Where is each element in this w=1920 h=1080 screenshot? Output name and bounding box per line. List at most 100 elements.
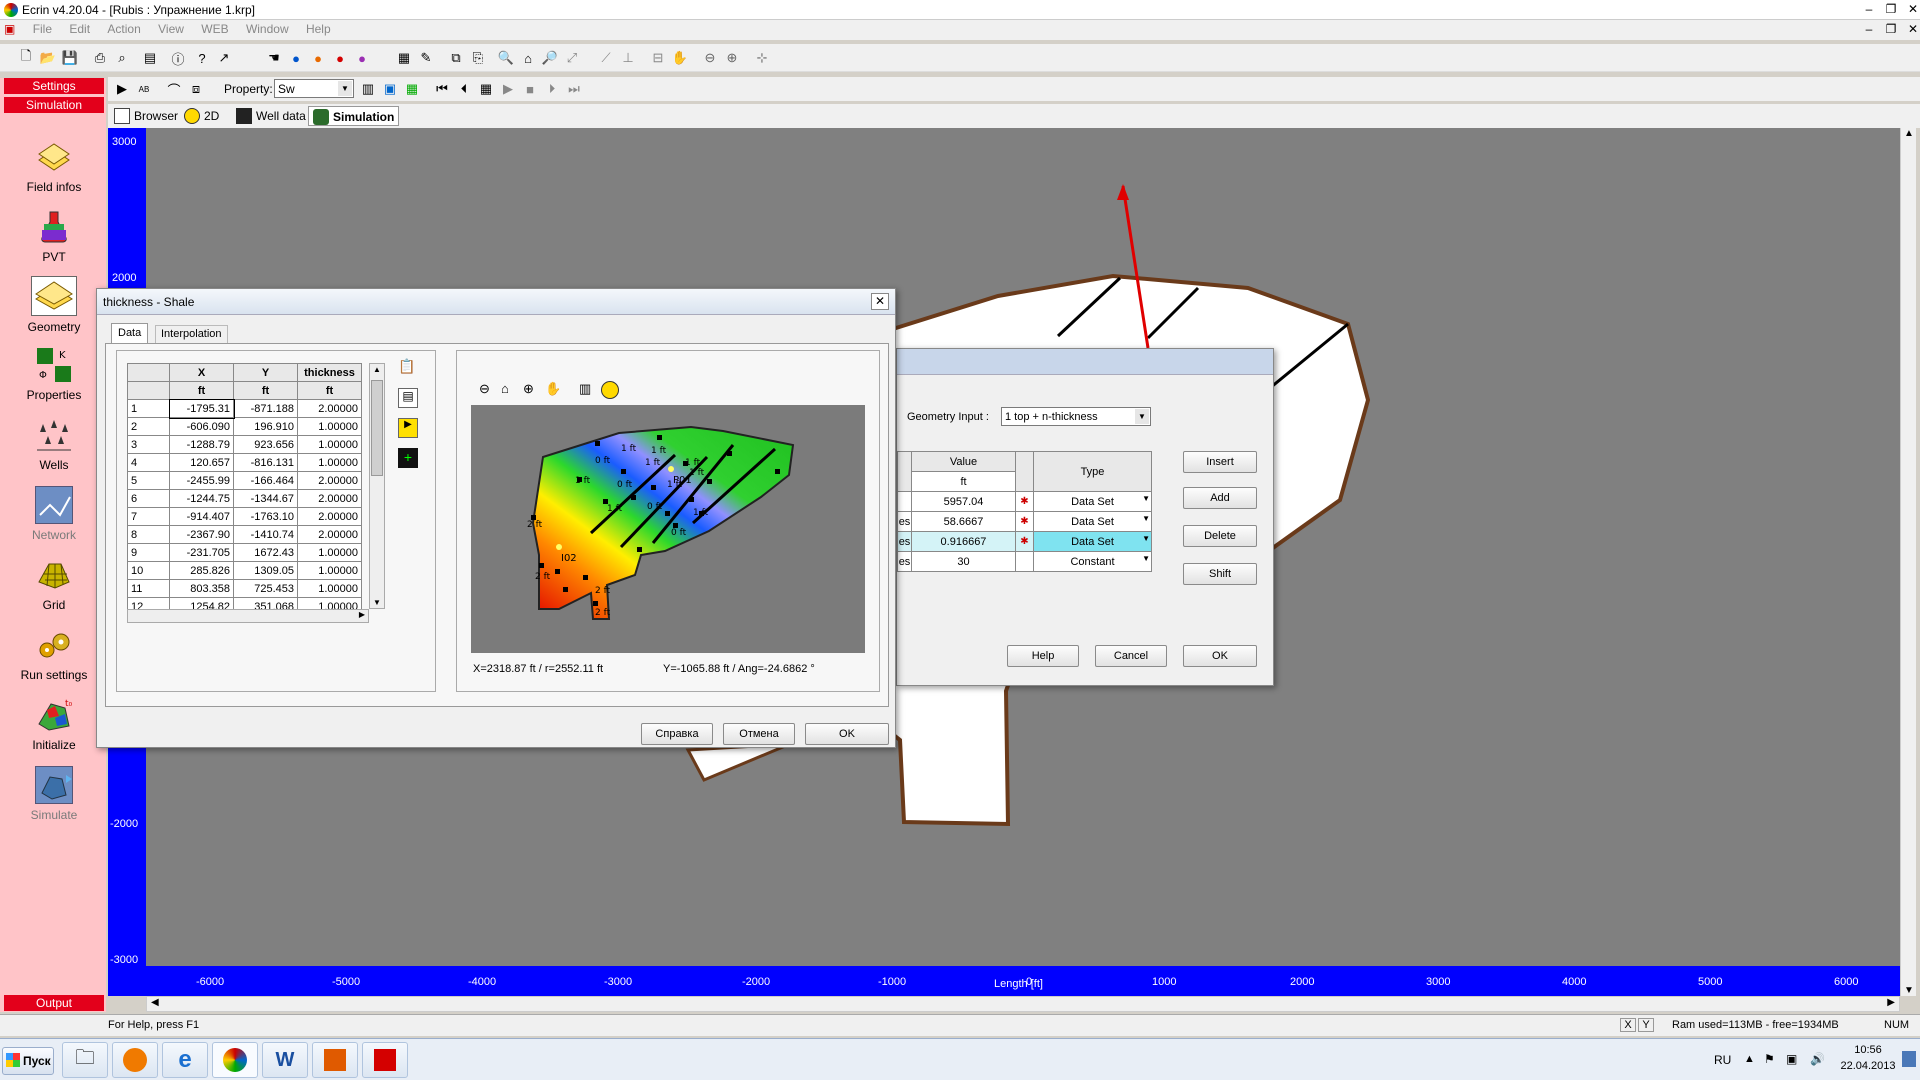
- table-row[interactable]: 9 -231.705 1672.43 1.00000: [127, 543, 362, 562]
- thickness-cell[interactable]: 1.00000: [297, 417, 362, 436]
- y-cell[interactable]: -1344.67: [233, 489, 298, 508]
- taskbar-media[interactable]: [112, 1042, 158, 1078]
- dataset-icon[interactable]: ✱: [1015, 511, 1034, 532]
- y-cell[interactable]: -1410.74: [233, 525, 298, 544]
- scroll-down-icon[interactable]: ▼: [373, 598, 381, 607]
- thickness-cell[interactable]: 1.00000: [297, 561, 362, 580]
- menu-action[interactable]: Action: [100, 20, 147, 36]
- sidebar-item-pvt[interactable]: PVT: [4, 208, 104, 264]
- thickness-cell[interactable]: 2.00000: [297, 507, 362, 526]
- dialog-close-icon[interactable]: ✕: [871, 293, 889, 310]
- y-cell[interactable]: 1672.43: [233, 543, 298, 562]
- taskbar-ftp[interactable]: [312, 1042, 358, 1078]
- menu-help[interactable]: Help: [299, 20, 338, 36]
- type-select[interactable]: Data Set ▼: [1033, 511, 1152, 532]
- y-cell[interactable]: 725.453: [233, 579, 298, 598]
- paste-clipboard-icon[interactable]: 📋: [398, 358, 418, 378]
- simulation-header[interactable]: Simulation: [4, 97, 104, 113]
- thickness-cell[interactable]: 1.00000: [297, 579, 362, 598]
- zoom-in-icon[interactable]: 🔎: [540, 48, 560, 68]
- taskbar-word[interactable]: W: [262, 1042, 308, 1078]
- scroll-up-icon[interactable]: ▲: [1904, 128, 1914, 139]
- table-hscroll[interactable]: ▶: [127, 609, 369, 623]
- type-select[interactable]: Constant ▼: [1033, 551, 1152, 572]
- x-cell[interactable]: -231.705: [169, 543, 234, 562]
- table-row[interactable]: 1 -1795.31 -871.188 2.00000: [127, 398, 362, 419]
- export-view-icon[interactable]: ⎘: [468, 48, 488, 68]
- play-icon[interactable]: ▶: [498, 79, 518, 99]
- network-tray-icon[interactable]: ▣: [1786, 1052, 1797, 1066]
- x-cell[interactable]: -1244.75: [169, 489, 234, 508]
- language-indicator[interactable]: RU: [1714, 1053, 1731, 1067]
- thickness-cell[interactable]: 2.00000: [297, 525, 362, 544]
- taskbar-explorer[interactable]: 🗀: [62, 1042, 108, 1078]
- stop-icon[interactable]: ■: [520, 79, 540, 99]
- table-row[interactable]: 2 -606.090 196.910 1.00000: [127, 417, 362, 436]
- table-row[interactable]: 10 285.826 1309.05 1.00000: [127, 561, 362, 580]
- insert-button[interactable]: Insert: [1183, 451, 1257, 473]
- copy-view-icon[interactable]: ⧉: [446, 48, 466, 68]
- legend-icon[interactable]: ▥: [579, 381, 597, 399]
- x-cell[interactable]: -2455.99: [169, 471, 234, 490]
- tab-interpolation[interactable]: Interpolation: [155, 325, 228, 343]
- menu-web[interactable]: WEB: [194, 20, 235, 36]
- table-row[interactable]: 5 -2455.99 -166.464 2.00000: [127, 471, 362, 490]
- value-cell[interactable]: 5957.04: [911, 491, 1016, 512]
- sidebar-item-simulate[interactable]: Simulate: [4, 766, 104, 822]
- mdi-doc-icon[interactable]: ▣: [0, 20, 22, 36]
- menu-view[interactable]: View: [151, 20, 191, 36]
- horizontal-scrollbar[interactable]: ◀ ▶: [146, 996, 1900, 1012]
- page-setup-icon[interactable]: ▤: [140, 48, 160, 68]
- sidebar-item-grid[interactable]: Grid: [4, 556, 104, 612]
- context-help-icon[interactable]: ↗: [214, 48, 234, 68]
- value-cell[interactable]: 30: [911, 551, 1016, 572]
- property-select[interactable]: Sw ▼: [274, 79, 354, 98]
- close-button[interactable]: ✕: [1902, 2, 1920, 18]
- hand-tool-icon[interactable]: ☚: [264, 48, 284, 68]
- y-cell[interactable]: -1763.10: [233, 507, 298, 526]
- stack-icon[interactable]: ⧈: [186, 79, 206, 99]
- sidebar-item-network[interactable]: Network: [4, 486, 104, 542]
- start-button[interactable]: Пуск: [2, 1047, 54, 1075]
- shift-button[interactable]: Shift: [1183, 563, 1257, 585]
- value-cell[interactable]: 58.6667: [911, 511, 1016, 532]
- thickness-cell[interactable]: 2.00000: [297, 471, 362, 490]
- print-preview-icon[interactable]: ⌕: [112, 48, 132, 68]
- ab-label-icon[interactable]: AB: [134, 79, 154, 99]
- zoom-plus-icon[interactable]: ⊕: [722, 48, 742, 68]
- open-folder-icon[interactable]: 📂: [38, 48, 58, 68]
- delete-button[interactable]: Delete: [1183, 525, 1257, 547]
- tray-expand-icon[interactable]: ▲: [1744, 1053, 1755, 1065]
- info-icon[interactable]: ⓘ: [168, 48, 188, 68]
- value-cell[interactable]: 0.916667: [911, 531, 1016, 552]
- zoom-in-icon[interactable]: ⊕: [523, 381, 541, 399]
- purple-drop-icon[interactable]: ●: [352, 48, 372, 68]
- save-icon[interactable]: 💾: [60, 48, 80, 68]
- tab-browser[interactable]: Browser: [110, 106, 182, 126]
- new-file-icon[interactable]: 🗋: [16, 48, 36, 68]
- play-sim-icon[interactable]: ▶: [112, 79, 132, 99]
- zoom-minus-icon[interactable]: ⊖: [700, 48, 720, 68]
- home-view-icon[interactable]: ⌂: [518, 48, 538, 68]
- table-row[interactable]: 4 120.657 -816.131 1.00000: [127, 453, 362, 472]
- y-cell[interactable]: -166.464: [233, 471, 298, 490]
- table-row[interactable]: 7 -914.407 -1763.10 2.00000: [127, 507, 362, 526]
- x-cell[interactable]: -606.090: [169, 417, 234, 436]
- minimize-button[interactable]: –: [1858, 2, 1880, 18]
- scroll-up-icon[interactable]: ▲: [373, 365, 381, 374]
- y-cell[interactable]: 923.656: [233, 435, 298, 454]
- table-row[interactable]: 8 -2367.90 -1410.74 2.00000: [127, 525, 362, 544]
- output-header[interactable]: Output: [4, 995, 104, 1011]
- sidebar-item-geometry[interactable]: Geometry: [4, 276, 104, 334]
- volume-icon[interactable]: 🔊: [1810, 1052, 1825, 1066]
- orange-drop-icon[interactable]: ●: [308, 48, 328, 68]
- x-cell[interactable]: -1288.79: [169, 435, 234, 454]
- type-select[interactable]: Data Set ▼: [1033, 531, 1152, 552]
- table-icon[interactable]: ▤: [398, 388, 418, 408]
- x-cell[interactable]: 285.826: [169, 561, 234, 580]
- sidebar-item-field-infos[interactable]: Field infos: [4, 138, 104, 194]
- calendar-icon[interactable]: ▦: [476, 79, 496, 99]
- pan-hand-icon[interactable]: ✋: [670, 48, 690, 68]
- sidebar-item-run-settings[interactable]: Run settings: [4, 626, 104, 682]
- well-tool-icon[interactable]: ⊥: [618, 48, 638, 68]
